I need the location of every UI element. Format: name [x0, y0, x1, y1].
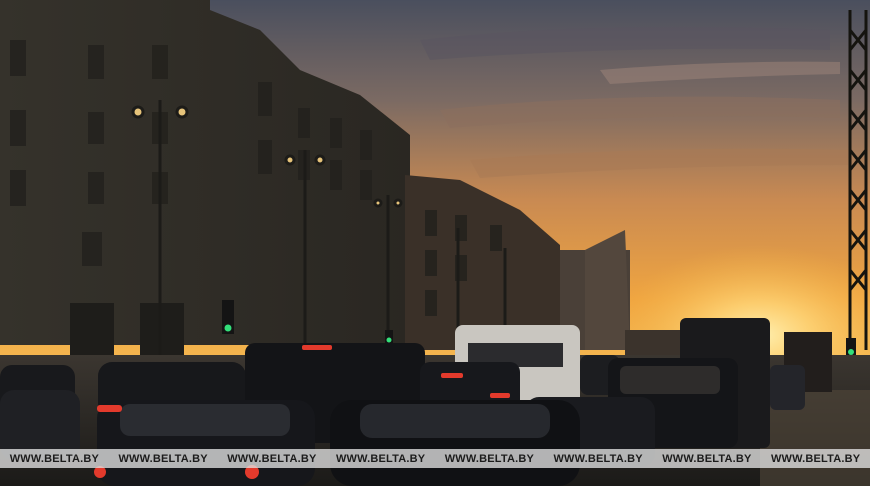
photo-canvas — [0, 0, 870, 486]
street-photo: WWW.BELTA.BY WWW.BELTA.BY WWW.BELTA.BY W… — [0, 0, 870, 486]
watermark-bar: WWW.BELTA.BY WWW.BELTA.BY WWW.BELTA.BY W… — [0, 449, 870, 468]
watermark-text: WWW.BELTA.BY — [770, 452, 861, 465]
watermark-text: WWW.BELTA.BY — [335, 452, 426, 465]
watermark-text: WWW.BELTA.BY — [118, 452, 208, 465]
watermark-text: WWW.BELTA.BY — [227, 452, 317, 465]
watermark-text: WWW.BELTA.BY — [9, 452, 100, 465]
watermark-text: WWW.BELTA.BY — [444, 452, 535, 465]
watermark-text: WWW.BELTA.BY — [662, 452, 752, 465]
watermark-text: WWW.BELTA.BY — [553, 452, 643, 465]
